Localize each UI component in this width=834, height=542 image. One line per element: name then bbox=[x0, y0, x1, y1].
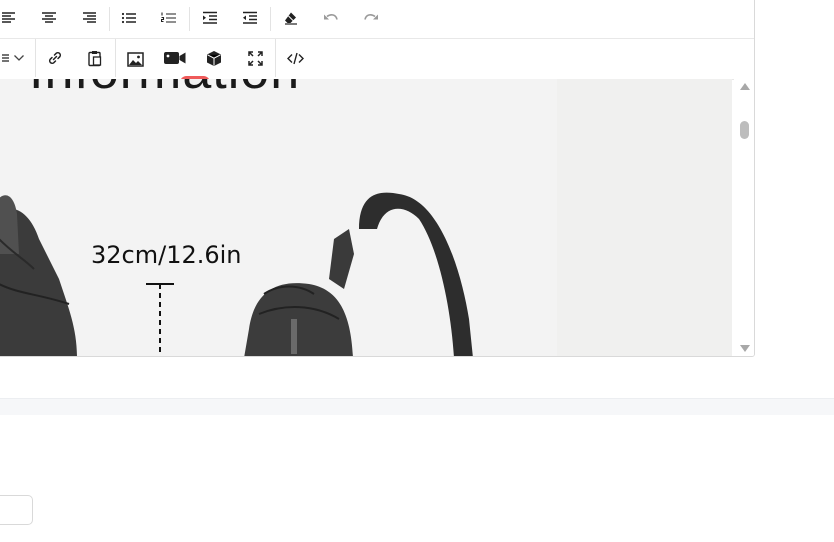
content-scrollbar[interactable] bbox=[734, 79, 754, 356]
backpack-product-image bbox=[0, 192, 473, 356]
left-backpack-shape bbox=[0, 195, 77, 356]
toolbar-row-1 bbox=[0, 0, 754, 39]
toolbar-separator bbox=[189, 7, 190, 31]
cube-icon[interactable] bbox=[200, 44, 228, 72]
image-icon[interactable] bbox=[121, 45, 149, 73]
toolbar-separator bbox=[270, 7, 271, 31]
link-icon[interactable] bbox=[41, 44, 69, 72]
undo-icon[interactable] bbox=[317, 4, 345, 32]
dimension-label: 32cm/12.6in bbox=[91, 241, 242, 269]
indent-icon[interactable] bbox=[196, 4, 224, 32]
eraser-icon[interactable] bbox=[277, 4, 305, 32]
code-icon[interactable] bbox=[281, 44, 309, 72]
text-input[interactable] bbox=[0, 495, 33, 525]
chevron-down-icon[interactable] bbox=[5, 44, 33, 72]
redo-icon[interactable] bbox=[357, 4, 385, 32]
scrollbar-thumb[interactable] bbox=[740, 121, 749, 139]
bulleted-list-icon[interactable] bbox=[115, 4, 143, 32]
toolbar-separator bbox=[109, 7, 110, 31]
fullscreen-icon[interactable] bbox=[241, 44, 269, 72]
numbered-list-icon[interactable] bbox=[155, 4, 183, 32]
align-left-icon[interactable] bbox=[0, 4, 23, 32]
outdent-icon[interactable] bbox=[236, 4, 264, 32]
toolbar-separator bbox=[115, 39, 116, 77]
toolbar-row-2: NEW bbox=[0, 38, 754, 89]
toolbar-separator bbox=[275, 39, 276, 77]
dimension-marker bbox=[146, 283, 174, 356]
scroll-down-icon[interactable] bbox=[740, 345, 750, 352]
rich-text-editor: NEW Information bbox=[0, 0, 755, 357]
scroll-up-icon[interactable] bbox=[740, 83, 750, 90]
paste-icon[interactable] bbox=[81, 44, 109, 72]
section-divider bbox=[0, 398, 834, 415]
editor-content[interactable]: Information 32cm/12.6i bbox=[0, 79, 732, 356]
align-center-icon[interactable] bbox=[35, 4, 63, 32]
video-icon[interactable] bbox=[161, 44, 189, 72]
toolbar-separator bbox=[35, 39, 36, 77]
align-right-icon[interactable] bbox=[75, 4, 103, 32]
right-backpack-shape bbox=[244, 192, 473, 356]
